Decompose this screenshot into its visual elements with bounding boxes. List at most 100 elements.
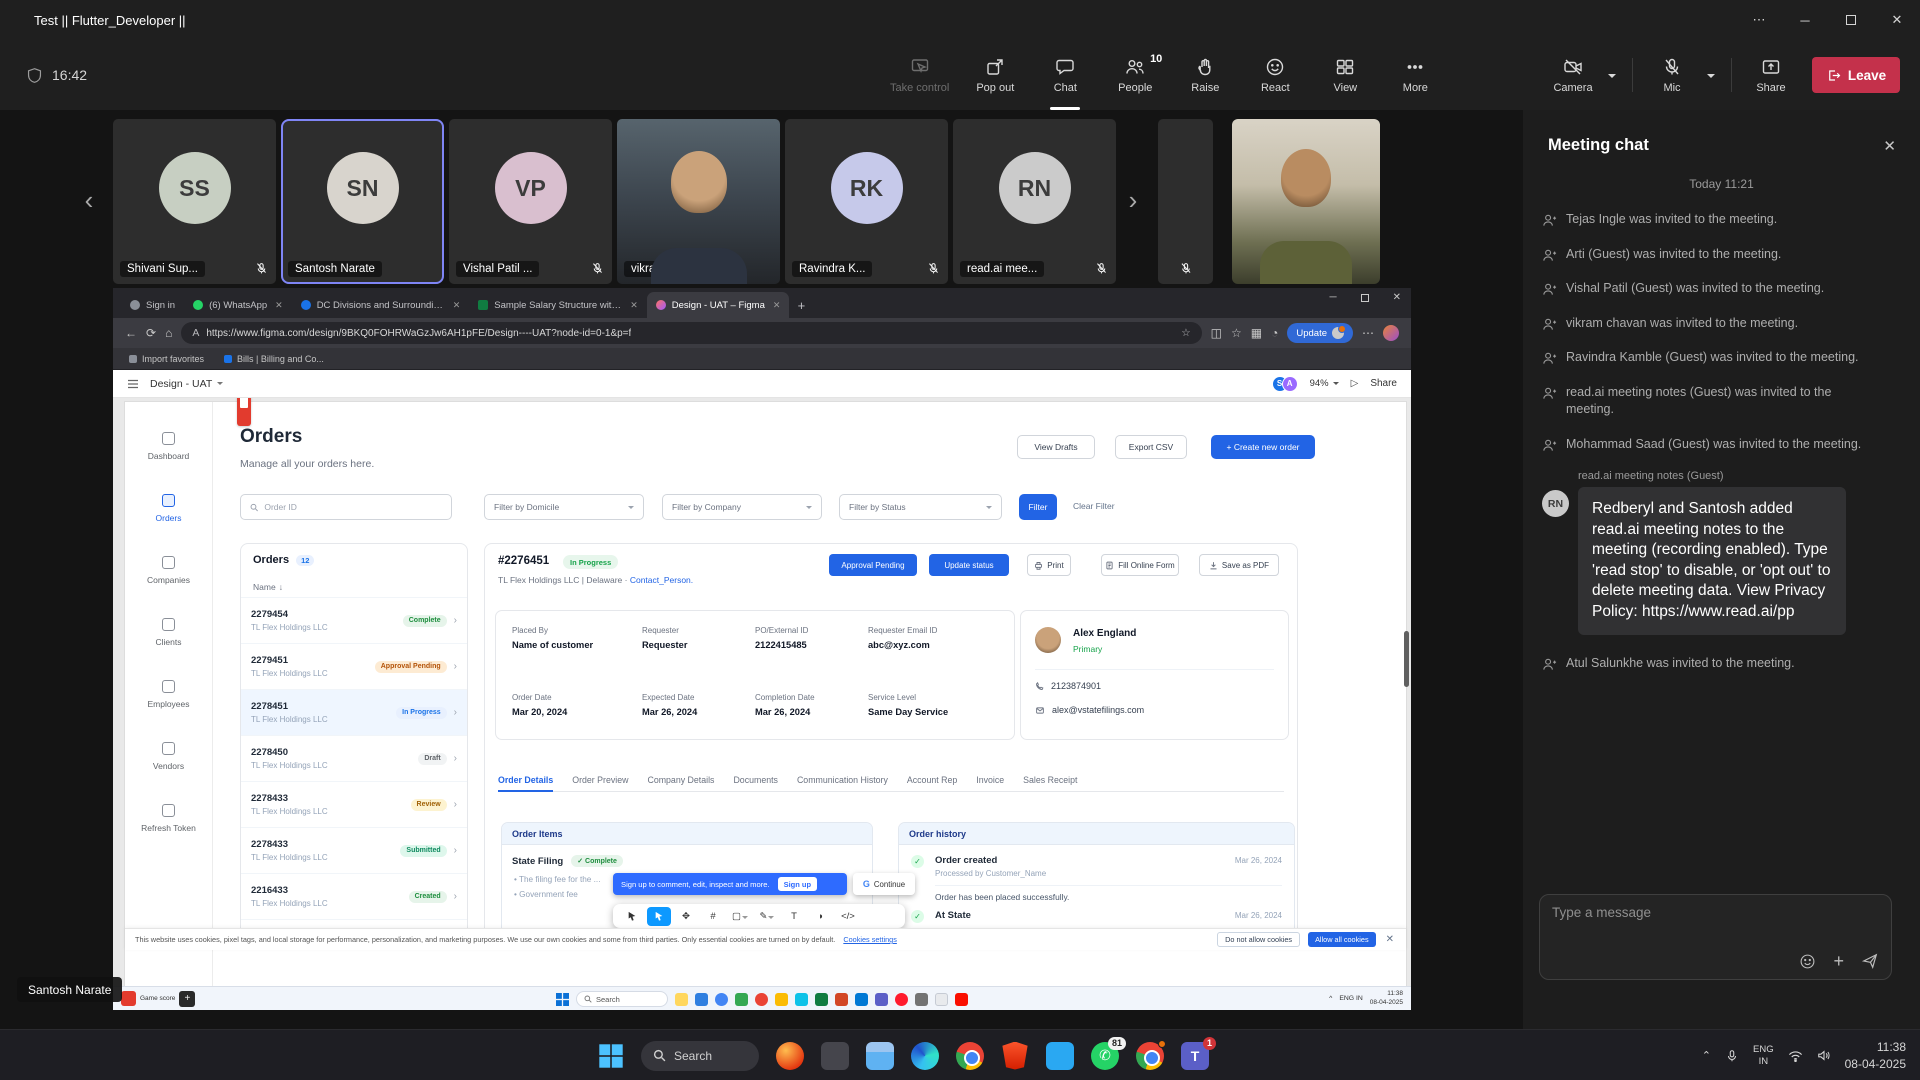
tray-mic-icon[interactable] [1725, 1049, 1739, 1063]
hand-tool-icon[interactable]: ✥ [674, 907, 698, 926]
order-row[interactable]: 2216433TL Flex Holdings LLC Created › [241, 874, 467, 920]
filter-domicile-select[interactable]: Filter by Domicile [484, 494, 644, 520]
chat-button[interactable]: Chat [1036, 40, 1094, 110]
browser-minimize-icon[interactable]: ─ [1330, 292, 1337, 303]
start-button[interactable] [598, 1043, 624, 1069]
participant-tile-readai[interactable]: RN read.ai mee... [953, 119, 1116, 284]
filter-status-select[interactable]: Filter by Status [839, 494, 1002, 520]
dev-mode-icon[interactable]: </> [836, 907, 860, 926]
figma-share-button[interactable]: Share [1370, 378, 1397, 389]
browser-close-icon[interactable]: ✕ [1393, 292, 1401, 303]
figma-file-name[interactable]: Design - UAT [150, 378, 223, 390]
browser-maximize-icon[interactable] [1361, 294, 1369, 302]
taskbar-app-icon[interactable] [795, 993, 808, 1006]
contact-email[interactable]: alex@vstatefilings.com [1035, 705, 1144, 715]
strip-scroll-right[interactable]: › [1122, 182, 1144, 218]
tab-company-details[interactable]: Company Details [647, 768, 714, 791]
shared-search-box[interactable]: Search [576, 991, 668, 1007]
whatsapp-icon[interactable]: ✆81 [1091, 1042, 1119, 1070]
print-button[interactable]: Print [1027, 554, 1071, 576]
participant-tile-vishal[interactable]: VP Vishal Patil ... [449, 119, 612, 284]
taskbar-app-icon[interactable] [755, 993, 768, 1006]
sidebar-item-refresh-token[interactable]: Refresh Token [125, 804, 212, 833]
tab-order-preview[interactable]: Order Preview [572, 768, 628, 791]
page-scrollbar[interactable] [1404, 631, 1409, 687]
order-id-search[interactable] [240, 494, 452, 520]
leave-button[interactable]: Leave [1812, 57, 1900, 93]
extensions-icon[interactable]: ▦ [1251, 326, 1262, 340]
collaborator-avatar[interactable]: A [1282, 376, 1298, 392]
figma-present-icon[interactable]: ▷ [1351, 378, 1359, 389]
browser-profile-avatar[interactable] [1383, 325, 1399, 341]
raise-hand-button[interactable]: Raise [1176, 40, 1234, 110]
firefox-icon[interactable] [776, 1042, 804, 1070]
tab-communication-history[interactable]: Communication History [797, 768, 888, 791]
back-icon[interactable]: ← [125, 326, 137, 340]
order-row[interactable]: 2278433TL Flex Holdings LLC Submitted › [241, 828, 467, 874]
react-button[interactable]: React [1246, 40, 1304, 110]
save-as-pdf-button[interactable]: Save as PDF [1199, 554, 1279, 576]
create-new-order-button[interactable]: + Create new order [1211, 435, 1315, 459]
browser-profile-icon[interactable] [1136, 1042, 1164, 1070]
tray-chevron-icon[interactable]: ⌃ [1702, 1049, 1711, 1062]
minimize-icon[interactable]: ─ [1782, 0, 1828, 40]
brave-icon[interactable] [1001, 1042, 1029, 1070]
order-id-input[interactable] [264, 502, 442, 512]
refresh-icon[interactable]: ⟳ [146, 326, 156, 340]
tab-dc-divisions[interactable]: DC Divisions and Surroundings✕ [292, 292, 470, 318]
order-row[interactable]: 2279451TL Flex Holdings LLC Approval Pen… [241, 644, 467, 690]
shape-tool-icon[interactable]: ▢ [728, 907, 752, 926]
text-tool-icon[interactable]: T [782, 907, 806, 926]
start-icon[interactable] [556, 993, 569, 1006]
sidebar-item-orders[interactable]: Orders [125, 494, 212, 523]
taskbar-app-icon[interactable] [835, 993, 848, 1006]
tab-order-details[interactable]: Order Details [498, 768, 553, 791]
sidebar-item-companies[interactable]: Companies [125, 556, 212, 585]
taskbar-app-icon[interactable] [915, 993, 928, 1006]
tab-salary-sheet[interactable]: Sample Salary Structure with calc✕ [469, 292, 647, 318]
participant-tile-vikram[interactable]: vikram chavan [617, 119, 780, 284]
taskbar-clock[interactable]: 11:38 08-04-2025 [1845, 1039, 1906, 1071]
taskbar-app-icon[interactable] [955, 993, 968, 1006]
participant-tile-shivani[interactable]: SS Shivani Sup... [113, 119, 276, 284]
browser-menu-icon[interactable]: ⋯ [1362, 326, 1374, 340]
sidebar-item-vendors[interactable]: Vendors [125, 742, 212, 771]
volume-icon[interactable] [1817, 1049, 1831, 1062]
bookmark-import-favorites[interactable]: Import favorites [129, 354, 204, 364]
deny-cookies-button[interactable]: Do not allow cookies [1217, 932, 1300, 947]
figma-zoom-control[interactable]: 94% [1310, 378, 1339, 389]
taskbar-app-icon[interactable] [815, 993, 828, 1006]
emoji-icon[interactable] [1799, 953, 1816, 970]
order-row[interactable]: 2279454TL Flex Holdings LLC Complete › [241, 598, 467, 644]
taskbar-app-icon[interactable] [935, 993, 948, 1006]
home-icon[interactable]: ⌂ [165, 326, 172, 340]
tab-close-icon[interactable]: ✕ [630, 300, 638, 311]
mic-options-chevron[interactable] [1701, 40, 1721, 110]
clear-filter-button[interactable]: Clear Filter [1073, 501, 1115, 511]
sidebar-item-clients[interactable]: Clients [125, 618, 212, 647]
figma-menu-icon[interactable] [127, 378, 139, 390]
people-button[interactable]: 10 People [1106, 40, 1164, 110]
taskbar-app-icon[interactable] [715, 993, 728, 1006]
chat-close-icon[interactable]: ✕ [1883, 137, 1896, 155]
taskbar-app-icon[interactable] [695, 993, 708, 1006]
bookmark-star-icon[interactable]: ☆ [1181, 327, 1190, 339]
tray-chevron-icon[interactable]: ^ [1329, 995, 1332, 1002]
tab-figma-active[interactable]: Design - UAT – Figma✕ [647, 292, 790, 318]
send-icon[interactable] [1861, 952, 1879, 970]
shared-language-indicator[interactable]: ENG IN [1339, 995, 1362, 1002]
new-tab-button[interactable]: + [789, 292, 813, 318]
contact-person-link[interactable]: Contact_Person. [630, 575, 693, 585]
signup-button[interactable]: Sign up [778, 877, 818, 891]
chrome-icon[interactable] [956, 1042, 984, 1070]
taskbar-search[interactable]: Search [641, 1041, 759, 1071]
vscode-icon[interactable] [1046, 1042, 1074, 1070]
wifi-icon[interactable] [1788, 1050, 1803, 1062]
order-row[interactable]: 2278450TL Flex Holdings LLC Draft › [241, 736, 467, 782]
tab-invoice[interactable]: Invoice [976, 768, 1004, 791]
export-csv-button[interactable]: Export CSV [1115, 435, 1187, 459]
tab-close-icon[interactable]: ✕ [453, 300, 461, 311]
view-drafts-button[interactable]: View Drafts [1017, 435, 1095, 459]
tab-sign-in[interactable]: Sign in [121, 292, 184, 318]
view-button[interactable]: View [1316, 40, 1374, 110]
